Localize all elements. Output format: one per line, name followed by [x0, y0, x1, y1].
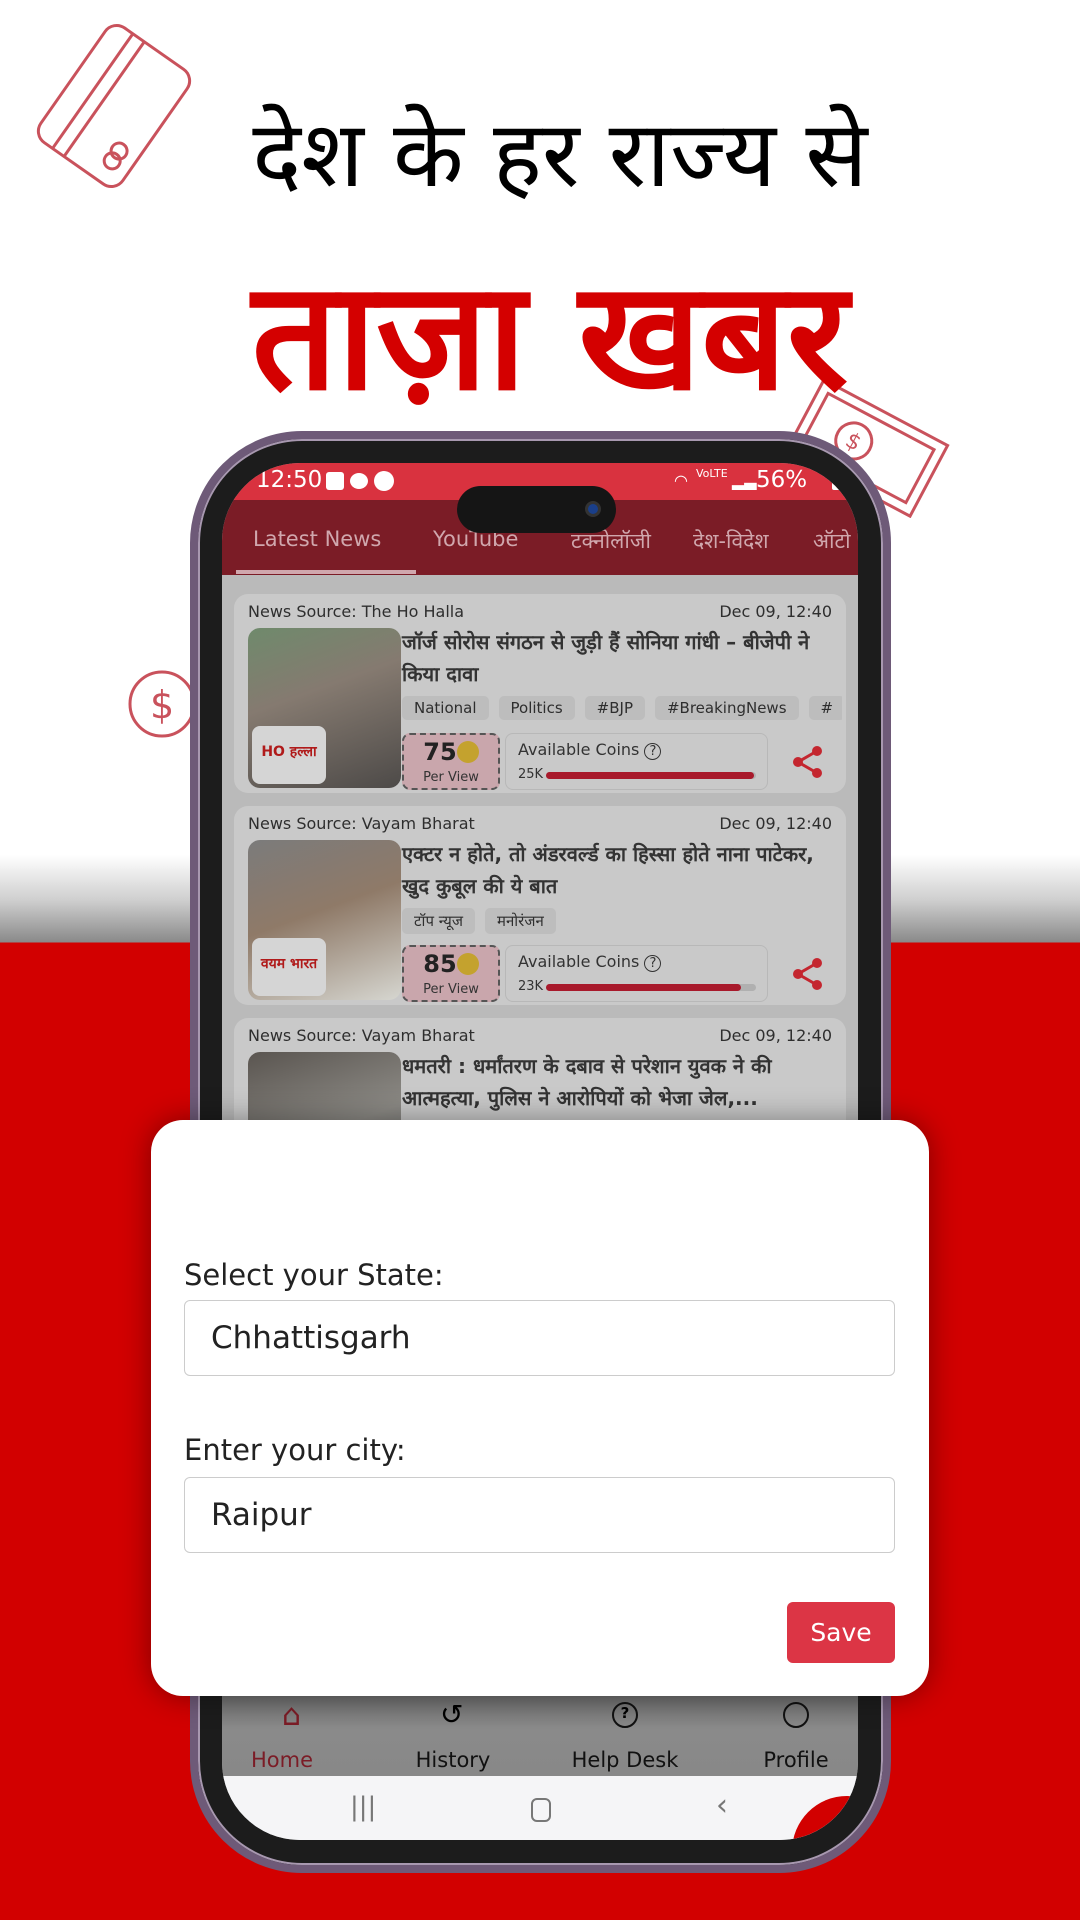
coin-icon [456, 953, 479, 975]
news-card[interactable]: News Source: Vayam Bharat Dec 09, 12:40 … [234, 806, 846, 1005]
state-select[interactable] [184, 1300, 895, 1376]
nav-home[interactable]: Home [251, 1748, 313, 1772]
state-label: Select your State: [184, 1258, 444, 1292]
profile-icon[interactable] [783, 1702, 809, 1728]
tag-list: टॉप न्यूज मनोरंजन [402, 908, 842, 934]
svg-text:$: $ [150, 683, 174, 727]
help-desk-icon[interactable]: ? [612, 1702, 638, 1728]
coin-value: 85 [423, 950, 457, 978]
news-source: News Source: The Ho Halla [248, 602, 465, 621]
available-coins: Available Coins ? 25K [505, 733, 768, 790]
city-label: Enter your city: [184, 1433, 406, 1467]
tag[interactable]: # [808, 696, 842, 720]
history-icon[interactable]: ↺ [440, 1698, 463, 1731]
news-source: News Source: Vayam Bharat [248, 1026, 475, 1045]
battery-icon [832, 473, 843, 490]
save-button[interactable]: Save [787, 1602, 895, 1663]
home-system-icon[interactable] [531, 1798, 551, 1822]
news-thumbnail: HO हल्ला [248, 628, 401, 788]
per-view-label: Per View [423, 770, 479, 785]
tag[interactable]: टॉप न्यूज [402, 908, 475, 934]
camera-notch [457, 486, 616, 533]
news-title[interactable]: जॉर्ज सोरोस संगठन से जुड़ी हैं सोनिया गा… [402, 626, 832, 690]
tag[interactable]: Politics [498, 696, 575, 720]
location-modal: Select your State: Enter your city: Save [151, 1120, 929, 1696]
news-title[interactable]: एक्टर न होते, तो अंडरवर्ल्ड का हिस्सा हो… [402, 838, 832, 902]
banner-line2: ताज़ा खबर [251, 250, 849, 424]
floating-button[interactable] [792, 1796, 858, 1840]
coins-progress-fill [546, 772, 754, 779]
news-date: Dec 09, 12:40 [719, 1026, 832, 1045]
dnd-icon [374, 471, 394, 491]
news-date: Dec 09, 12:40 [719, 602, 832, 621]
tab-auto[interactable]: ऑटो [813, 527, 851, 555]
per-view-label: Per View [423, 982, 479, 997]
available-coins-value: 25K [518, 767, 544, 782]
tag[interactable]: #BJP [584, 696, 645, 720]
source-logo: HO हल्ला [252, 726, 326, 784]
dollar-coin-icon: $ [128, 670, 196, 738]
system-nav-bar: ||| ‹ [222, 1776, 858, 1840]
available-coins-label: Available Coins ? [518, 740, 662, 760]
coins-progress [546, 772, 756, 779]
coins-progress [546, 984, 756, 991]
status-time: 12:50 [256, 467, 323, 493]
news-source: News Source: Vayam Bharat [248, 814, 475, 833]
coins-per-view: 75 Per View [402, 733, 500, 790]
active-tab-indicator [236, 570, 416, 574]
wifi-icon: ◠ [674, 471, 688, 490]
tag[interactable]: मनोरंजन [485, 908, 556, 934]
news-card[interactable]: News Source: The Ho Halla Dec 09, 12:40 … [234, 594, 846, 793]
coin-icon [456, 741, 479, 763]
camera-icon [585, 501, 601, 517]
help-icon: ? [644, 955, 662, 972]
chat-icon [350, 473, 368, 489]
source-logo: वयम भारत [252, 938, 326, 996]
tab-latest-news[interactable]: Latest News [253, 527, 381, 551]
volte-label: VoLTE [696, 467, 728, 480]
share-icon[interactable] [790, 744, 826, 780]
bottom-nav: ⌂ Home ↺ History ? Help Desk Profile [222, 1696, 858, 1776]
recent-apps-icon[interactable]: ||| [350, 1792, 376, 1822]
nav-history[interactable]: History [416, 1748, 491, 1772]
coins-per-view: 85 Per View [402, 945, 500, 1002]
tag[interactable]: National [402, 696, 489, 720]
nav-help-desk[interactable]: Help Desk [572, 1748, 679, 1772]
back-icon[interactable]: ‹ [716, 1788, 728, 1823]
news-thumbnail: वयम भारत [248, 840, 401, 1000]
banner-line1: देश के हर राज्य से [252, 101, 868, 208]
coins-progress-fill [546, 984, 742, 991]
city-input[interactable] [184, 1477, 895, 1553]
tag-list: National Politics #BJP #BreakingNews # [402, 696, 842, 720]
gallery-icon [326, 472, 344, 490]
coin-value: 75 [423, 738, 457, 766]
news-title[interactable]: धमतरी : धर्मांतरण के दबाव से परेशान युवक… [402, 1050, 832, 1114]
home-icon[interactable]: ⌂ [282, 1698, 301, 1733]
news-date: Dec 09, 12:40 [719, 814, 832, 833]
tab-world[interactable]: देश-विदेश [693, 527, 769, 555]
nav-profile[interactable]: Profile [763, 1748, 828, 1772]
tag[interactable]: #BreakingNews [654, 696, 799, 720]
available-coins-label: Available Coins ? [518, 952, 662, 972]
battery-level: 56% [756, 467, 808, 493]
help-icon: ? [644, 743, 662, 760]
share-icon[interactable] [790, 956, 826, 992]
available-coins: Available Coins ? 23K [505, 945, 768, 1002]
signal-icon: ▂▃ [732, 471, 757, 490]
available-coins-value: 23K [518, 979, 544, 994]
